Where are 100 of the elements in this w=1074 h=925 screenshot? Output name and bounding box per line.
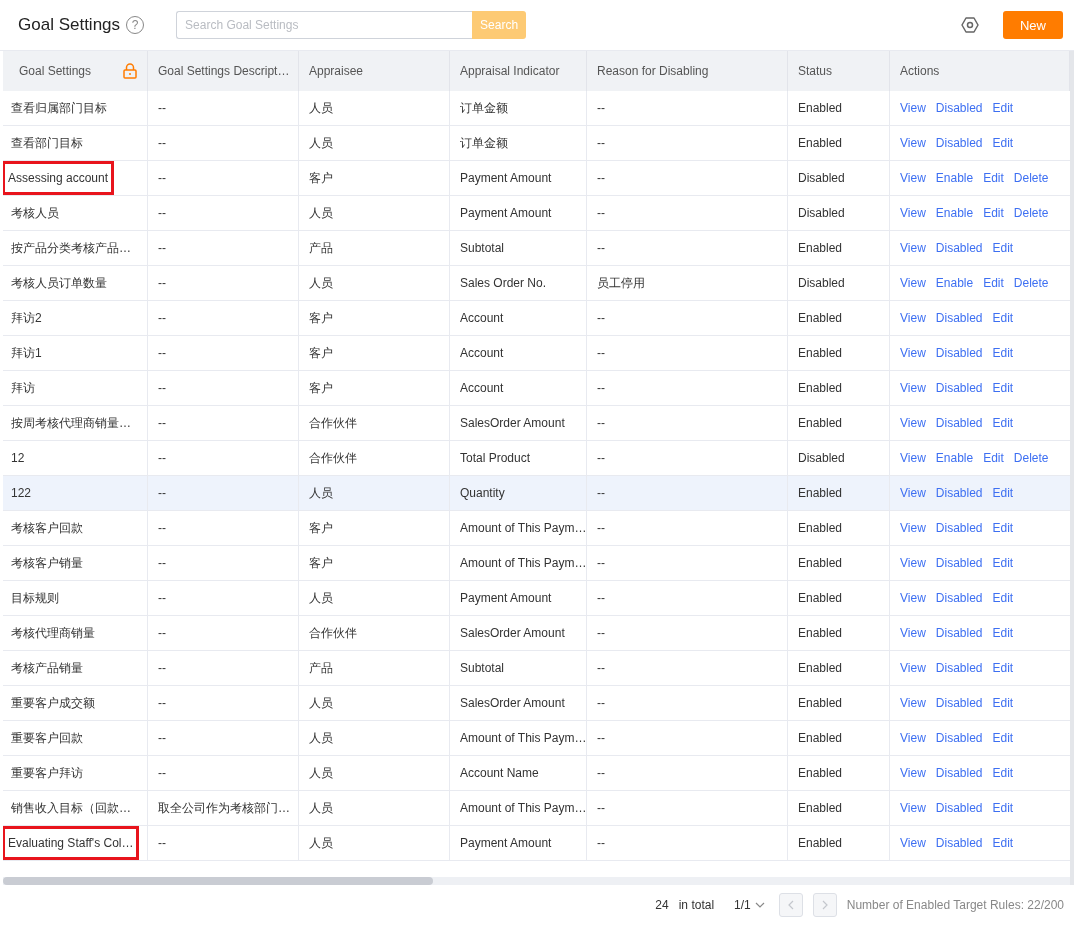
action-link[interactable]: Edit	[983, 276, 1004, 290]
action-link[interactable]: Edit	[992, 486, 1014, 500]
action-link[interactable]: View	[900, 171, 926, 185]
action-link[interactable]: View	[900, 801, 926, 815]
action-link[interactable]: Edit	[992, 766, 1014, 780]
action-link[interactable]: Disabled	[935, 486, 983, 500]
action-link[interactable]: Edit	[983, 451, 1004, 465]
action-link[interactable]: Edit	[992, 136, 1014, 150]
action-link[interactable]: Edit	[992, 801, 1014, 815]
action-link[interactable]: Delete	[1013, 276, 1049, 290]
action-link[interactable]: Edit	[992, 241, 1014, 255]
action-link[interactable]: Edit	[992, 661, 1014, 675]
action-link[interactable]: Enable	[935, 206, 974, 220]
action-link[interactable]: Disabled	[935, 836, 983, 850]
action-link[interactable]: Disabled	[935, 591, 983, 605]
action-link[interactable]: View	[900, 381, 926, 395]
action-link[interactable]: View	[900, 626, 926, 640]
action-link[interactable]: View	[900, 696, 926, 710]
table-row[interactable]: 重要客户回款 -- 人员 Amount of This Paym… -- Enabled View Disabled Edit	[3, 721, 1070, 756]
action-link[interactable]: Edit	[992, 381, 1014, 395]
action-link[interactable]: Edit	[992, 836, 1014, 850]
action-link[interactable]: Disabled	[935, 381, 983, 395]
table-row[interactable]: 考核客户回款 -- 客户 Amount of This Paym… -- Enabled View Disabled Edit	[3, 511, 1070, 546]
action-link[interactable]: View	[900, 276, 926, 290]
action-link[interactable]: Disabled	[935, 801, 983, 815]
action-link[interactable]: Disabled	[935, 731, 983, 745]
action-link[interactable]: View	[900, 416, 926, 430]
action-link[interactable]: Disabled	[935, 101, 983, 115]
action-link[interactable]: View	[900, 591, 926, 605]
action-link[interactable]: View	[900, 451, 926, 465]
table-row[interactable]: 考核产品销量 -- 产品 Subtotal -- Enabled View Disabled Edit	[3, 651, 1070, 686]
scrollbar-thumb[interactable]	[3, 877, 433, 885]
action-link[interactable]: Edit	[992, 626, 1014, 640]
action-link[interactable]: View	[900, 766, 926, 780]
table-row[interactable]: 查看归属部门目标 -- 人员 订单金额 -- Enabled View Disabled Edit	[3, 91, 1070, 126]
action-link[interactable]: Disabled	[935, 766, 983, 780]
table-row[interactable]: 拜访2 -- 客户 Account -- Enabled View Disabled Edit	[3, 301, 1070, 336]
table-row[interactable]: Assessing account -- 客户 Payment Amount -- Disabled View Enable Edit Delete	[3, 161, 1070, 196]
action-link[interactable]: Edit	[992, 731, 1014, 745]
action-link[interactable]: Edit	[983, 171, 1004, 185]
settings-icon[interactable]	[961, 16, 979, 34]
action-link[interactable]: Enable	[935, 276, 974, 290]
action-link[interactable]: View	[900, 101, 926, 115]
table-row[interactable]: 考核人员 -- 人员 Payment Amount -- Disabled View Enable Edit Delete	[3, 196, 1070, 231]
action-link[interactable]: Edit	[992, 416, 1014, 430]
table-row[interactable]: 按产品分类考核产品… -- 产品 Subtotal -- Enabled View Disabled Edit	[3, 231, 1070, 266]
action-link[interactable]: Edit	[992, 556, 1014, 570]
table-row[interactable]: 考核人员订单数量 -- 人员 Sales Order No. 员工停用 Disabled View Enable Edit Delete	[3, 266, 1070, 301]
action-link[interactable]: Disabled	[935, 311, 983, 325]
table-row[interactable]: 拜访 -- 客户 Account -- Enabled View Disabled Edit	[3, 371, 1070, 406]
action-link[interactable]: Disabled	[935, 346, 983, 360]
table-row[interactable]: 重要客户成交额 -- 人员 SalesOrder Amount -- Enabled View Disabled Edit	[3, 686, 1070, 721]
action-link[interactable]: View	[900, 346, 926, 360]
table-row[interactable]: Evaluating Staff's Col… -- 人员 Payment Amount -- Enabled View Disabled Edit	[3, 826, 1070, 861]
page-select[interactable]: 1/1	[734, 898, 765, 912]
action-link[interactable]: Edit	[992, 591, 1014, 605]
table-row[interactable]: 考核客户销量 -- 客户 Amount of This Paym… -- Enabled View Disabled Edit	[3, 546, 1070, 581]
table-row[interactable]: 销售收入目标（回款… 取全公司作为考核部门… 人员 Amount of This Paym… -- Enabled View Disabled Edit	[3, 791, 1070, 826]
table-row[interactable]: 12 -- 合作伙伴 Total Product -- Disabled View Enable Edit Delete	[3, 441, 1070, 476]
indicator-cell: Amount of This Paym…	[460, 731, 586, 745]
action-link[interactable]: Delete	[1013, 171, 1049, 185]
action-link[interactable]: View	[900, 136, 926, 150]
action-link[interactable]: View	[900, 836, 926, 850]
table-row[interactable]: 目标规则 -- 人员 Payment Amount -- Enabled View Disabled Edit	[3, 581, 1070, 616]
action-link[interactable]: View	[900, 206, 926, 220]
lock-icon[interactable]	[123, 63, 137, 79]
action-link[interactable]: Disabled	[935, 696, 983, 710]
action-link[interactable]: Edit	[992, 311, 1014, 325]
action-link[interactable]: Edit	[992, 521, 1014, 535]
action-link[interactable]: Disabled	[935, 556, 983, 570]
action-link[interactable]: Disabled	[935, 661, 983, 675]
action-link[interactable]: Disabled	[935, 521, 983, 535]
table-row[interactable]: 考核代理商销量 -- 合作伙伴 SalesOrder Amount -- Enabled View Disabled Edit	[3, 616, 1070, 651]
action-link[interactable]: Disabled	[935, 416, 983, 430]
action-link[interactable]: Delete	[1013, 206, 1049, 220]
action-link[interactable]: Edit	[992, 696, 1014, 710]
action-link[interactable]: View	[900, 311, 926, 325]
appraisee-cell: 人员	[309, 589, 333, 607]
action-link[interactable]: Edit	[983, 206, 1004, 220]
action-link[interactable]: Disabled	[935, 241, 983, 255]
action-link[interactable]: Delete	[1013, 451, 1049, 465]
action-link[interactable]: Disabled	[935, 626, 983, 640]
action-link[interactable]: Edit	[992, 101, 1014, 115]
action-link[interactable]: View	[900, 556, 926, 570]
action-link[interactable]: View	[900, 486, 926, 500]
table-row[interactable]: 122 -- 人员 Quantity -- Enabled View Disabled Edit	[3, 476, 1070, 511]
action-link[interactable]: View	[900, 731, 926, 745]
search-field[interactable]: Search Goal Settings	[176, 11, 473, 39]
action-link[interactable]: Edit	[992, 346, 1014, 360]
action-link[interactable]: Disabled	[935, 136, 983, 150]
action-link[interactable]: View	[900, 241, 926, 255]
table-row[interactable]: 查看部门目标 -- 人员 订单金额 -- Enabled View Disabled Edit	[3, 126, 1070, 161]
action-link[interactable]: View	[900, 521, 926, 535]
table-row[interactable]: 拜访1 -- 客户 Account -- Enabled View Disabled Edit	[3, 336, 1070, 371]
action-link[interactable]: Enable	[935, 171, 974, 185]
table-row[interactable]: 按周考核代理商销量… -- 合作伙伴 SalesOrder Amount -- Enabled View Disabled Edit	[3, 406, 1070, 441]
action-link[interactable]: View	[900, 661, 926, 675]
action-link[interactable]: Enable	[935, 451, 974, 465]
table-row[interactable]: 重要客户拜访 -- 人员 Account Name -- Enabled View Disabled Edit	[3, 756, 1070, 791]
new-button[interactable]: New	[1003, 11, 1063, 39]
